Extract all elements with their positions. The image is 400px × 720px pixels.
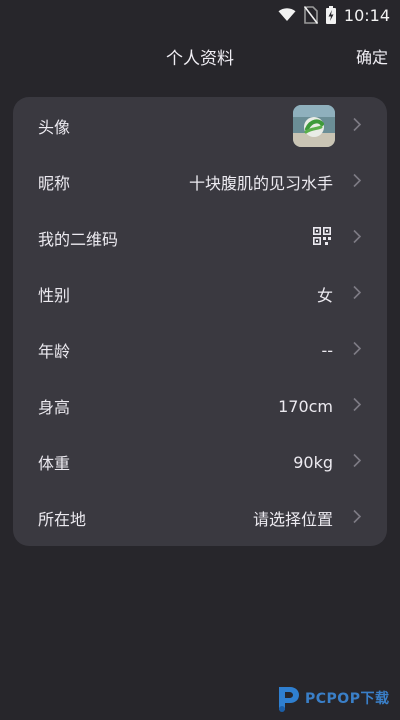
chevron-right-icon	[353, 173, 362, 192]
height-value: 170cm	[278, 396, 333, 416]
confirm-button[interactable]: 确定	[356, 44, 388, 68]
gender-value: 女	[316, 286, 333, 305]
age-row[interactable]: 年龄 --	[13, 322, 387, 378]
page-title: 个人资料	[166, 49, 234, 69]
gender-label: 性别	[38, 286, 71, 305]
age-value: --	[321, 340, 333, 360]
watermark-text: PCPOP下载	[305, 691, 390, 707]
gender-row[interactable]: 性别 女	[13, 266, 387, 322]
status-time: 10:14	[343, 5, 390, 25]
chevron-right-icon	[353, 509, 362, 528]
avatar[interactable]	[293, 105, 335, 147]
location-row[interactable]: 所在地 请选择位置	[13, 490, 387, 546]
chevron-right-icon	[353, 117, 362, 136]
wifi-icon	[278, 8, 296, 22]
header: 个人资料 确定	[0, 30, 400, 82]
profile-card: 头像 昵称 十块腹肌的见习水手 我的二维码 性别 女 年龄 -- 身高 170c…	[13, 97, 387, 546]
age-label: 年龄	[38, 342, 71, 361]
location-label: 所在地	[38, 510, 87, 529]
pcpop-logo-icon	[275, 683, 301, 713]
weight-row[interactable]: 体重 90kg	[13, 434, 387, 490]
height-label: 身高	[38, 398, 71, 417]
nickname-value: 十块腹肌的见习水手	[188, 174, 333, 193]
chevron-right-icon	[353, 229, 362, 248]
location-value: 请选择位置	[252, 510, 333, 529]
nickname-label: 昵称	[38, 174, 71, 193]
watermark: PCPOP下载	[275, 680, 395, 716]
avatar-row[interactable]: 头像	[13, 98, 387, 154]
battery-charging-icon	[325, 6, 336, 24]
nickname-row[interactable]: 昵称 十块腹肌的见习水手	[13, 154, 387, 210]
status-icons: 10:14	[278, 5, 390, 25]
avatar-label: 头像	[38, 118, 71, 137]
qr-code-icon	[313, 227, 332, 249]
status-bar: 10:14	[0, 0, 400, 30]
weight-label: 体重	[38, 454, 71, 473]
weight-value: 90kg	[293, 452, 333, 472]
no-sim-icon	[303, 6, 318, 24]
chevron-right-icon	[353, 397, 362, 416]
chevron-right-icon	[353, 285, 362, 304]
qr-code-label: 我的二维码	[38, 230, 119, 249]
qr-code-row[interactable]: 我的二维码	[13, 210, 387, 266]
chevron-right-icon	[353, 453, 362, 472]
chevron-right-icon	[353, 341, 362, 360]
height-row[interactable]: 身高 170cm	[13, 378, 387, 434]
